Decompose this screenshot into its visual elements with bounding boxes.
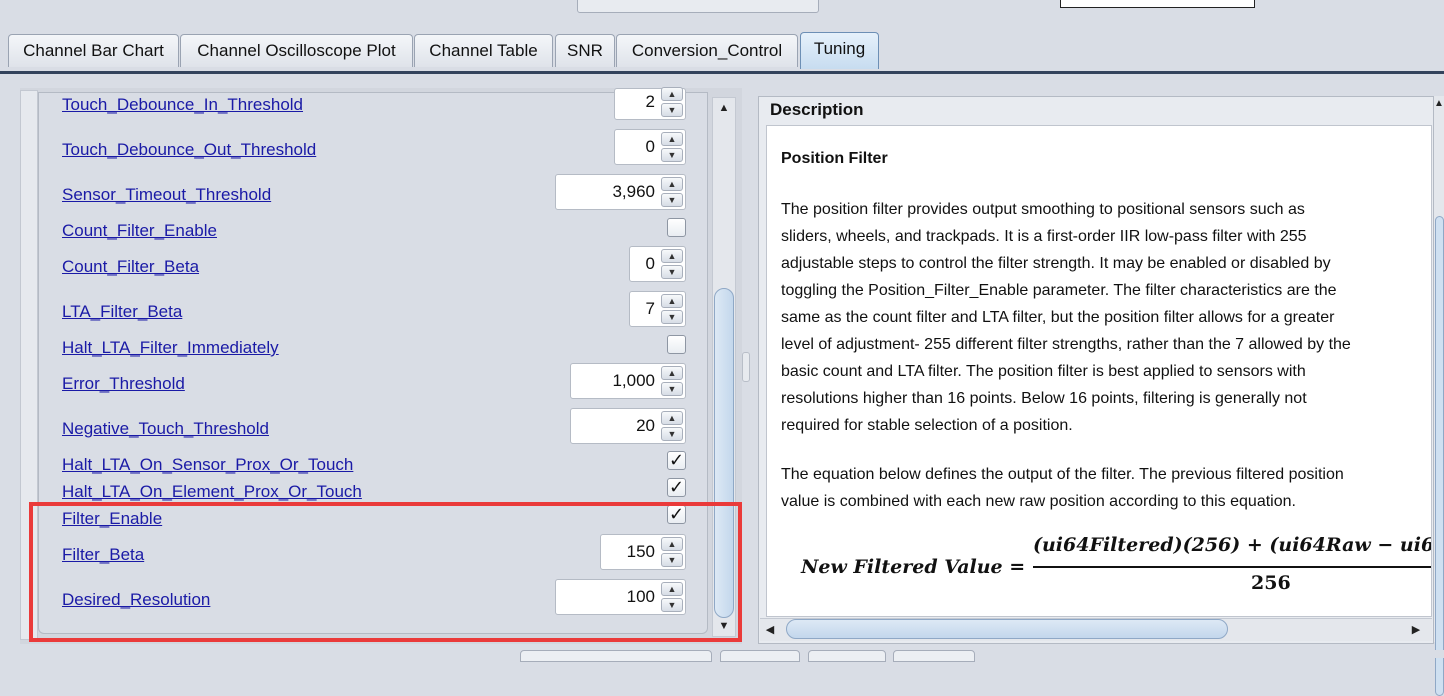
text-line: level of adjustment- 255 different filte… xyxy=(781,336,1351,353)
spinner-count-filter-beta[interactable]: 0 ▲ ▼ xyxy=(629,246,686,282)
check-mark-icon: ✓ xyxy=(668,477,685,497)
param-label-halt-lta-on-sensor-prox-or-touch[interactable]: Halt_LTA_On_Sensor_Prox_Or_Touch xyxy=(62,455,353,475)
top-toolbar-box xyxy=(577,0,819,13)
spin-up-icon[interactable]: ▲ xyxy=(661,294,683,308)
tab-channel-oscilloscope-plot[interactable]: Channel Oscilloscope Plot xyxy=(180,34,413,67)
scroll-left-icon[interactable]: ◀ xyxy=(760,619,780,641)
param-label-error-threshold[interactable]: Error_Threshold xyxy=(62,374,185,394)
description-content: Position Filter The position filter prov… xyxy=(766,125,1432,617)
description-horizontal-scrollbar[interactable]: ◀ ▶ xyxy=(760,618,1432,641)
panel-splitter-handle[interactable] xyxy=(742,352,750,382)
param-label-halt-lta-on-element-prox-or-touch[interactable]: Halt_LTA_On_Element_Prox_Or_Touch xyxy=(62,482,362,502)
spin-down-icon[interactable]: ▼ xyxy=(661,148,683,162)
fraction-bar xyxy=(1033,566,1431,568)
param-label-count-filter-enable[interactable]: Count_Filter_Enable xyxy=(62,221,217,241)
bottom-button[interactable] xyxy=(720,650,800,662)
spinner-value: 20 xyxy=(636,416,655,435)
param-label-lta-filter-beta[interactable]: LTA_Filter_Beta xyxy=(62,302,182,322)
param-label-touch-debounce-out-threshold[interactable]: Touch_Debounce_Out_Threshold xyxy=(62,140,316,160)
text-line: basic count and LTA filter. The position… xyxy=(781,363,1306,380)
spinner-value: 0 xyxy=(645,137,655,156)
spin-down-icon[interactable]: ▼ xyxy=(661,310,683,324)
spinner-sensor-timeout-threshold[interactable]: 3,960 ▲ ▼ xyxy=(555,174,686,210)
scroll-right-icon[interactable]: ▶ xyxy=(1406,619,1426,641)
spin-up-icon[interactable]: ▲ xyxy=(661,249,683,263)
text-line: sliders, wheels, and trackpads. It is a … xyxy=(781,228,1307,245)
equation-denominator: 256 xyxy=(1251,572,1291,594)
highlight-box xyxy=(29,502,742,642)
spin-down-icon[interactable]: ▼ xyxy=(661,382,683,396)
bottom-button[interactable] xyxy=(893,650,975,662)
tab-channel-table[interactable]: Channel Table xyxy=(414,34,553,67)
tab-underline xyxy=(0,71,1444,74)
param-label-touch-debounce-in-threshold[interactable]: Touch_Debounce_In_Threshold xyxy=(62,95,303,115)
tab-snr[interactable]: SNR xyxy=(555,34,615,67)
equation-numerator: (ui64Filtered)(256) + (ui64Raw − ui64 xyxy=(1033,534,1432,556)
spin-up-icon[interactable]: ▲ xyxy=(661,366,683,380)
checkbox-halt-lta-on-sensor-prox-or-touch[interactable]: ✓ xyxy=(667,451,686,470)
text-line: required for stable selection of a posit… xyxy=(781,417,1073,434)
text-line: toggling the Position_Filter_Enable para… xyxy=(781,282,1337,299)
description-paragraph-2: The equation below defines the output of… xyxy=(781,461,1431,515)
spin-up-icon[interactable]: ▲ xyxy=(661,87,683,101)
spin-up-icon[interactable]: ▲ xyxy=(661,132,683,146)
spin-down-icon[interactable]: ▼ xyxy=(661,103,683,117)
spin-down-icon[interactable]: ▼ xyxy=(661,193,683,207)
spinner-touch-debounce-out-threshold[interactable]: 0 ▲ ▼ xyxy=(614,129,686,165)
spinner-value: 7 xyxy=(645,299,655,318)
tab-conversion-control[interactable]: Conversion_Control xyxy=(616,34,798,67)
description-header: Description xyxy=(770,100,864,119)
spin-down-icon[interactable]: ▼ xyxy=(661,265,683,279)
text-line: same as the count filter and LTA filter,… xyxy=(781,309,1335,326)
scroll-up-icon[interactable]: ▲ xyxy=(713,98,735,118)
spinner-value: 1,000 xyxy=(612,371,655,390)
equation-lhs: New Filtered Value = xyxy=(801,556,1026,578)
param-label-negative-touch-threshold[interactable]: Negative_Touch_Threshold xyxy=(62,419,269,439)
spinner-negative-touch-threshold[interactable]: 20 ▲ ▼ xyxy=(570,408,686,444)
description-vertical-scrollbar[interactable]: ▲ xyxy=(1434,96,1444,696)
spin-up-icon[interactable]: ▲ xyxy=(661,177,683,191)
tab-channel-bar-chart[interactable]: Channel Bar Chart xyxy=(8,34,179,67)
top-input-box xyxy=(1060,0,1255,8)
param-label-halt-lta-filter-immediately[interactable]: Halt_LTA_Filter_Immediately xyxy=(62,338,279,358)
scroll-up-icon[interactable]: ▲ xyxy=(1434,98,1444,109)
scrollbar-thumb[interactable] xyxy=(1435,216,1444,696)
param-label-sensor-timeout-threshold[interactable]: Sensor_Timeout_Threshold xyxy=(62,185,271,205)
spin-up-icon[interactable]: ▲ xyxy=(661,411,683,425)
description-paragraph-1: The position filter provides output smoo… xyxy=(781,196,1431,439)
text-line: The equation below defines the output of… xyxy=(781,466,1344,483)
spin-down-icon[interactable]: ▼ xyxy=(661,427,683,441)
check-mark-icon: ✓ xyxy=(668,450,685,470)
checkbox-count-filter-enable[interactable] xyxy=(667,218,686,237)
spinner-lta-filter-beta[interactable]: 7 ▲ ▼ xyxy=(629,291,686,327)
scrollbar-thumb[interactable] xyxy=(786,619,1228,639)
text-line: value is combined with each new raw posi… xyxy=(781,493,1296,510)
spinner-value: 2 xyxy=(645,92,655,111)
spinner-value: 3,960 xyxy=(612,182,655,201)
description-title: Position Filter xyxy=(781,150,888,167)
param-label-count-filter-beta[interactable]: Count_Filter_Beta xyxy=(62,257,199,277)
checkbox-halt-lta-filter-immediately[interactable] xyxy=(667,335,686,354)
spinner-value: 0 xyxy=(645,254,655,273)
spinner-touch-debounce-in-threshold[interactable]: 2 ▲ ▼ xyxy=(614,87,686,120)
tab-tuning[interactable]: Tuning xyxy=(800,32,879,69)
spinner-error-threshold[interactable]: 1,000 ▲ ▼ xyxy=(570,363,686,399)
text-line: The position filter provides output smoo… xyxy=(781,201,1305,218)
text-line: resolutions higher than 16 points. Below… xyxy=(781,390,1307,407)
checkbox-halt-lta-on-element-prox-or-touch[interactable]: ✓ xyxy=(667,478,686,497)
bottom-button[interactable] xyxy=(808,650,886,662)
text-line: adjustable steps to control the filter s… xyxy=(781,255,1331,272)
bottom-button[interactable] xyxy=(520,650,712,662)
